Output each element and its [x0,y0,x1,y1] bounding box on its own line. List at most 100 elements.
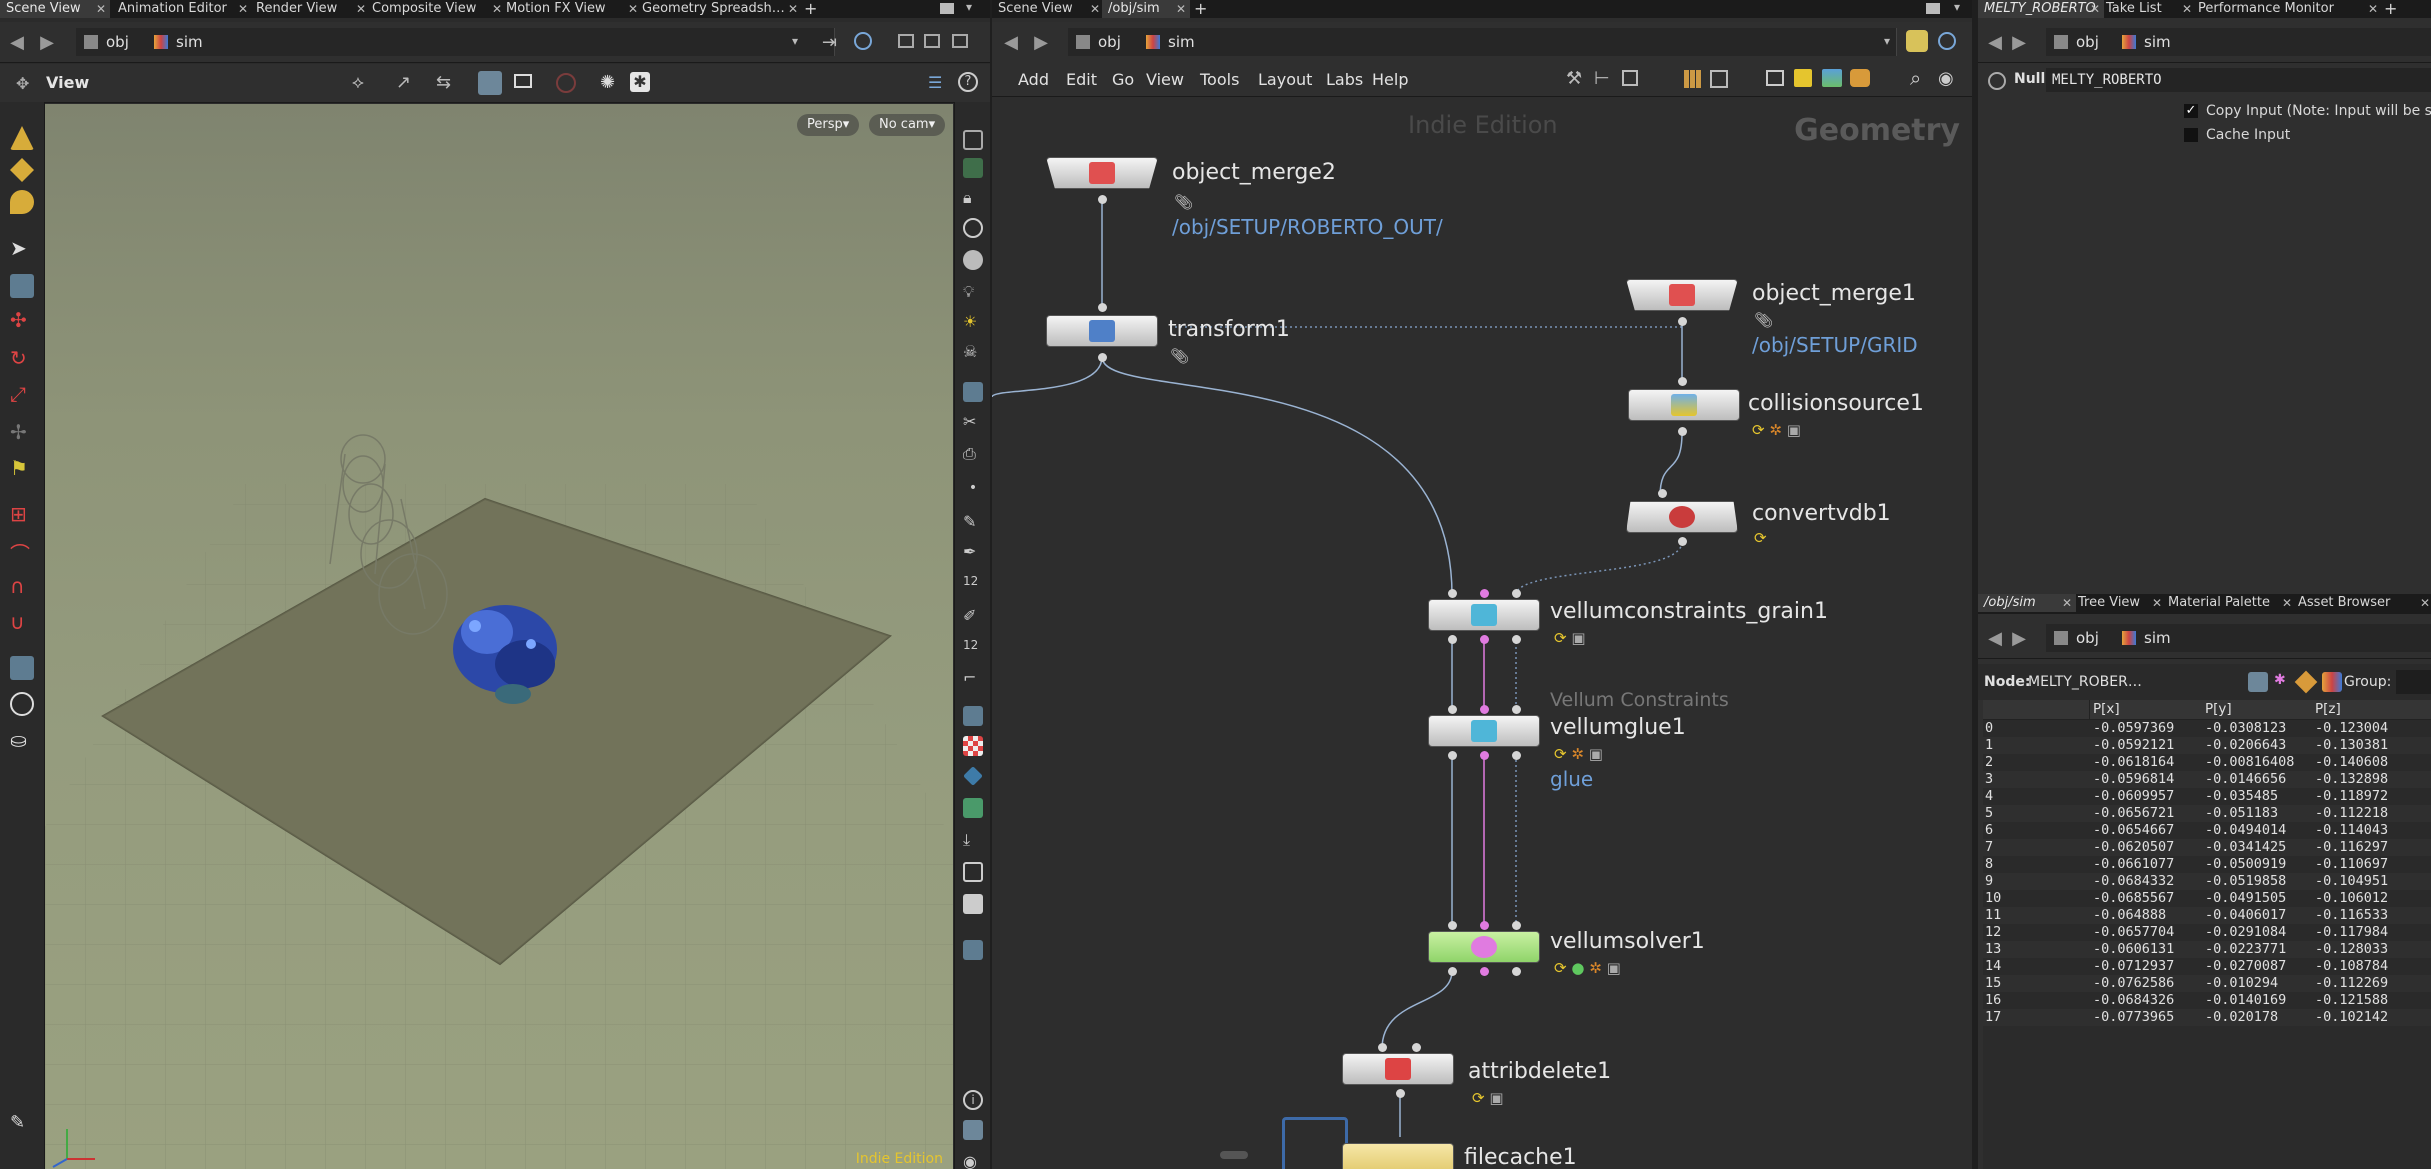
settings-gear-icon[interactable]: ✱ [630,72,650,92]
point-icon[interactable]: • [963,480,983,500]
forward-arrow-icon[interactable]: ▶ [2008,32,2030,54]
background-image-icon[interactable] [1822,69,1842,87]
tab-composite-view[interactable]: Composite View ✕ [366,0,506,18]
pane-menu-icon[interactable] [1926,3,1940,14]
sticky-note-icon[interactable] [1794,69,1812,87]
list-view-icon[interactable] [1622,70,1638,86]
output-port[interactable] [1678,427,1687,436]
input-port[interactable] [1480,921,1489,930]
sphere-icon[interactable] [963,250,983,270]
bottom-tool-icon[interactable]: ✎ [10,1112,34,1136]
tab-scene-view[interactable]: Scene View ✕ [992,0,1104,18]
maximize-icon[interactable] [952,34,968,48]
close-icon[interactable]: ✕ [1176,0,1186,18]
tab-performance-monitor[interactable]: Performance Monitor ✕ [2192,0,2382,18]
pin-icon[interactable]: ⇥ [822,32,837,53]
table-row[interactable]: 10 -0.0685567 -0.0491505 -0.106012 [1983,890,2431,907]
input-port[interactable] [1678,377,1687,386]
render-region-icon[interactable] [10,692,34,716]
node-attribdelete1[interactable] [1342,1053,1454,1085]
magnet-icon[interactable]: ∪ [10,610,34,634]
scissors-icon[interactable]: ✂ [963,412,983,432]
tab-material-palette[interactable]: Material Palette ✕ [2162,594,2296,612]
column-header-py[interactable]: P[y] [2205,701,2232,717]
breadcrumb-sim[interactable]: sim [146,28,835,56]
table-row[interactable]: 7 -0.0620507 -0.0341425 -0.116297 [1983,839,2431,856]
light-bulb-icon[interactable]: 💡︎ [963,282,983,302]
output-port[interactable] [1480,967,1489,976]
lighting-icon[interactable]: ✺ [600,72,615,93]
column-header-px[interactable]: P[x] [2093,701,2120,717]
viewer-pin-icon[interactable]: ✥ [16,74,29,93]
table-row[interactable]: 13 -0.0606131 -0.0223771 -0.128033 [1983,941,2431,958]
breadcrumb-sim[interactable]: sim [1138,28,1897,56]
column-header-pz[interactable]: P[z] [2315,701,2341,717]
node-convertvdb1[interactable] [1626,501,1738,533]
skull-icon[interactable]: ☠ [963,342,983,362]
menu-tools[interactable]: Tools [1200,70,1239,89]
transform-mode-icon[interactable]: ⇆ [436,72,451,93]
close-icon[interactable]: ✕ [2062,594,2072,612]
close-icon[interactable]: ✕ [788,0,798,18]
tab-scene-view[interactable]: Scene View ✕ [0,0,110,18]
snap-icon[interactable]: ⟡ [352,72,364,93]
image-icon[interactable] [963,894,983,914]
tab-tree-view[interactable]: Tree View ✕ [2072,594,2166,612]
wrench-icon[interactable]: ⚒ [1566,68,1582,89]
pane-dropdown-icon[interactable]: ▾ [1954,0,1960,14]
input-port[interactable] [1448,705,1457,714]
zoom-slider[interactable] [1220,1151,1248,1159]
snap-grid-icon[interactable]: ⊞ [10,502,34,526]
select-mode-icon[interactable]: ↗ [396,72,411,93]
close-icon[interactable]: ✕ [2420,594,2430,612]
input-port[interactable] [1378,1043,1387,1052]
input-port[interactable] [1658,489,1667,498]
menu-edit[interactable]: Edit [1066,70,1097,89]
back-arrow-icon[interactable]: ◀ [1984,628,2006,650]
tab-take-list[interactable]: Take List ✕ [2100,0,2196,18]
tree-icon[interactable]: ⊢ [1594,68,1610,89]
visibility-icon[interactable]: ◉ [1938,68,1954,89]
table-row[interactable]: 14 -0.0712937 -0.0270087 -0.108784 [1983,958,2431,975]
add-tab-button[interactable]: + [798,0,824,18]
input-port[interactable] [1448,921,1457,930]
node-name-field[interactable]: MELTY_ROBERTO [2046,68,2431,92]
info-icon[interactable]: i [963,1090,983,1110]
table-row[interactable]: 4 -0.0609957 -0.035485 -0.118972 [1983,788,2431,805]
node-vellumsolver1[interactable] [1428,931,1540,963]
primitives-mode-icon[interactable] [2294,670,2318,694]
output-port[interactable] [1448,967,1457,976]
scale-icon[interactable]: ⤢ [10,382,34,406]
close-icon[interactable]: ✕ [2368,0,2378,18]
help-icon[interactable]: ? [958,72,978,92]
close-icon[interactable]: ✕ [96,0,106,18]
pen-icon[interactable]: ✒ [963,542,983,562]
input-port[interactable] [1512,705,1521,714]
network-canvas[interactable]: Indie Edition Geometry object_merge2 📎︎ … [992,97,1972,1169]
table-row[interactable]: 2 -0.0618164 -0.00816408 -0.140608 [1983,754,2431,771]
menu-add[interactable]: Add [1018,70,1049,89]
tab-motion-fx-view[interactable]: Motion FX View ✕ [500,0,642,18]
view-camera-icon[interactable] [10,656,34,680]
node-filecache1[interactable] [1342,1143,1454,1169]
network-box-icon[interactable] [1766,70,1784,86]
back-arrow-icon[interactable]: ◀ [1000,32,1022,54]
table-row[interactable]: 12 -0.0657704 -0.0291084 -0.117984 [1983,924,2431,941]
close-icon[interactable]: ✕ [2282,594,2292,612]
node-object-merge1[interactable] [1626,279,1738,311]
split-view-icon[interactable] [924,34,940,48]
link-icon[interactable] [854,32,872,50]
output-port[interactable] [1448,751,1457,760]
table-row[interactable]: 0 -0.0597369 -0.0308123 -0.123004 [1983,720,2431,737]
copy-input-checkbox[interactable]: ✓ [2184,104,2198,118]
forward-arrow-icon[interactable]: ▶ [2008,628,2030,650]
output-port[interactable] [1512,751,1521,760]
output-port[interactable] [1678,537,1687,546]
pin-tool-icon[interactable] [10,190,34,214]
shaded-icon[interactable] [963,158,983,178]
node-collisionsource1[interactable] [1628,389,1740,421]
frame-icon[interactable] [963,862,983,882]
menu-view[interactable]: View [1146,70,1184,89]
pane-menu-icon[interactable] [940,3,954,14]
output-port[interactable] [1448,635,1457,644]
